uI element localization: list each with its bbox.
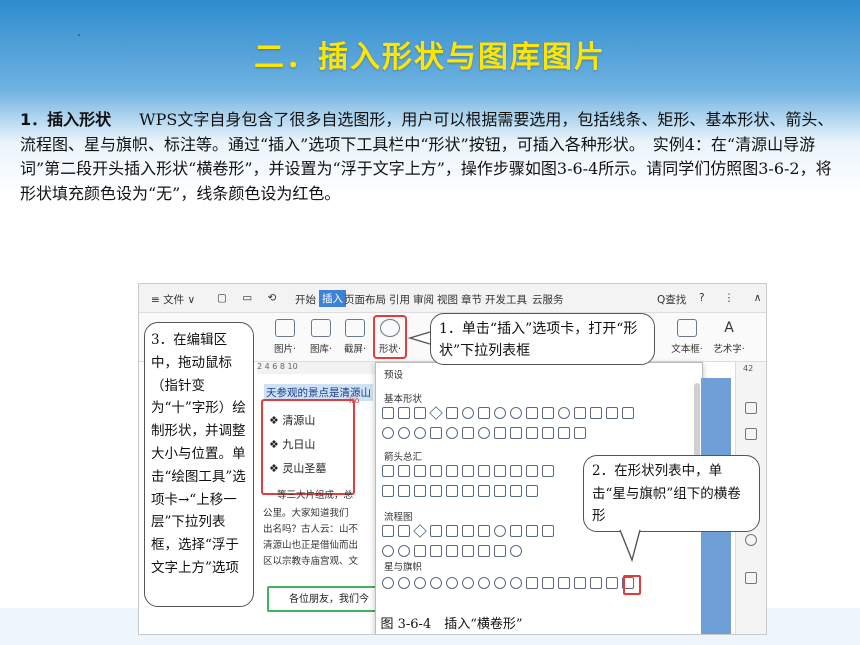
pointer-step2: [619, 529, 641, 563]
pointer-step1: [407, 331, 431, 345]
figure-caption: 图 3-6-4 插入“横卷形”: [380, 617, 523, 632]
callout-pointers: [407, 331, 641, 563]
